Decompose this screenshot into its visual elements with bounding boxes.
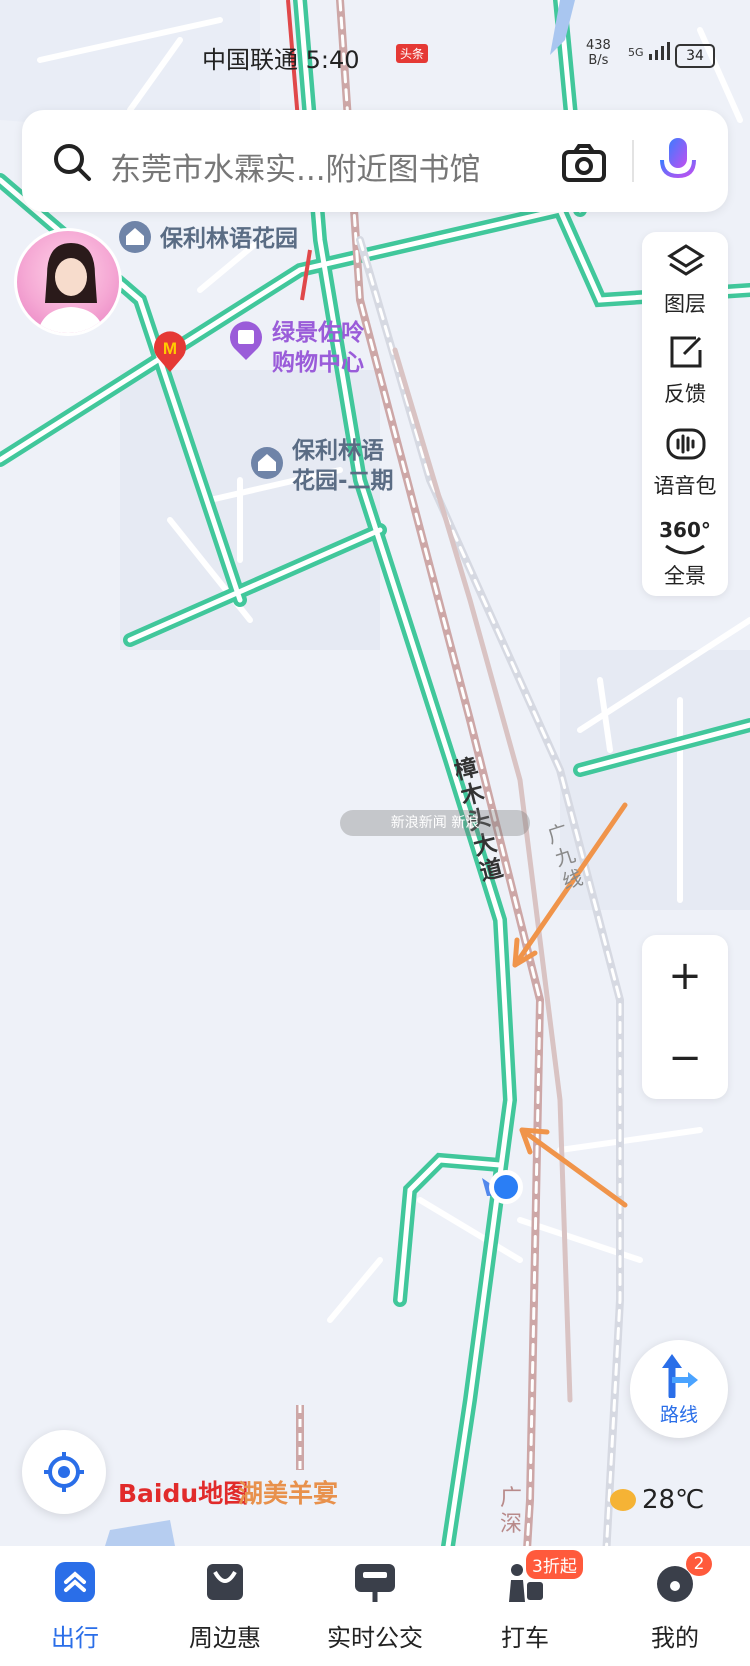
nav-label: 周边惠 <box>189 1624 261 1652</box>
watermark: 新浪新闻 新浪 <box>340 810 530 836</box>
nav-taxi[interactable]: 打车 3折起 <box>450 1546 600 1666</box>
zoom-in-button[interactable]: + <box>642 935 728 1017</box>
rail-label-guangshen: 广深 <box>500 1486 526 1538</box>
watermark-text: 新浪新闻 新浪 <box>390 815 480 831</box>
search-placeholder[interactable]: 东莞市水霖实...附近图书馆 <box>110 144 481 189</box>
svg-text:M: M <box>163 339 177 358</box>
panorama-360-icon: 360° <box>642 518 728 542</box>
status-bar: 中国联通 5:40 头条 438 B/s 5G 34 <box>0 0 750 100</box>
nav-profile[interactable]: 我的 2 <box>600 1546 750 1666</box>
poi-poly-garden-phase2[interactable]: 保利林语 花园-二期 <box>250 436 394 496</box>
poi-label: 保利林语花园 <box>160 226 299 252</box>
poi-label: 绿景佐呤 购物中心 <box>272 320 364 376</box>
tool-label: 反馈 <box>664 382 706 406</box>
microphone-icon[interactable] <box>658 136 698 188</box>
shopping-bag-icon <box>207 1564 243 1600</box>
zoom-control: + − <box>642 935 728 1099</box>
weather-widget[interactable]: 28℃ <box>610 1485 704 1515</box>
tool-panorama[interactable]: 360° 全景 <box>642 504 728 594</box>
nav-label: 我的 <box>651 1624 699 1652</box>
poi-shopping-center[interactable]: 绿景佐呤 购物中心 <box>228 318 364 378</box>
tool-label: 全景 <box>664 564 706 588</box>
battery-icon: 34 <box>675 44 715 68</box>
baidu-map-logo: Baidu地图 <box>118 1474 248 1510</box>
panorama-arc-icon <box>665 544 705 555</box>
panorama-badge: 360° <box>659 518 711 542</box>
net-speed: 438 B/s <box>586 38 611 68</box>
avatar[interactable] <box>14 228 122 336</box>
tool-feedback[interactable]: 反馈 <box>642 322 728 412</box>
signal-bars-icon <box>649 42 671 60</box>
map-tools-panel: 图层 反馈 语音包 360° 全景 <box>642 232 728 596</box>
carrier-time: 中国联通 5:40 <box>202 46 360 74</box>
bottom-nav: 出行 周边惠 实时公交 打车 3折起 我的 2 <box>0 1546 750 1666</box>
bus-icon <box>355 1564 395 1602</box>
nav-nearby-deals[interactable]: 周边惠 <box>150 1546 300 1666</box>
search-bar[interactable]: 东莞市水霖实...附近图书馆 <box>22 110 728 212</box>
tool-label: 图层 <box>664 292 706 316</box>
tool-layers[interactable]: 图层 <box>642 232 728 322</box>
tool-voice-pack[interactable]: 语音包 <box>642 414 728 504</box>
nav-label: 出行 <box>51 1624 99 1652</box>
sunny-cloud-icon <box>610 1489 636 1511</box>
signal-label: 5G <box>628 46 644 59</box>
nav-label: 打车 <box>501 1624 549 1652</box>
restaurant-label[interactable]: 湖美羊宴 <box>238 1474 338 1510</box>
locate-crosshair-icon <box>44 1452 84 1492</box>
search-icon <box>54 144 91 181</box>
nav-realtime-bus[interactable]: 实时公交 <box>300 1546 450 1666</box>
rail-label-text: 广深 <box>500 1486 523 1537</box>
battery-level: 34 <box>686 48 704 64</box>
temperature: 28℃ <box>642 1485 705 1515</box>
restaurant-name: 湖美羊宴 <box>238 1479 339 1508</box>
zoom-out-button[interactable]: − <box>642 1017 728 1099</box>
travel-icon <box>55 1562 95 1602</box>
residential-poi-icon <box>251 447 283 479</box>
shopping-bag-icon <box>230 321 262 360</box>
locate-button[interactable] <box>22 1430 106 1514</box>
voice-pack-icon <box>666 428 706 460</box>
layers-icon <box>667 244 705 276</box>
mcdonalds-icon[interactable]: M <box>152 330 188 372</box>
tool-label: 语音包 <box>653 474 717 498</box>
route-button[interactable]: 路线 <box>630 1340 728 1438</box>
nav-travel[interactable]: 出行 <box>0 1546 150 1666</box>
feedback-icon <box>670 336 702 368</box>
poi-poly-garden[interactable]: 保利林语花园 <box>118 220 298 254</box>
route-label: 路线 <box>659 1404 698 1426</box>
signal-indicator: 5G <box>628 42 671 60</box>
logo-text: Baidu地图 <box>118 1479 249 1508</box>
search-divider <box>632 140 634 182</box>
nav-label: 实时公交 <box>327 1624 423 1652</box>
taxi-discount-tag: 3折起 <box>526 1550 583 1579</box>
residential-poi-icon <box>119 221 151 253</box>
camera-icon[interactable] <box>562 144 606 182</box>
poi-label: 保利林语 花园-二期 <box>292 438 394 494</box>
profile-badge: 2 <box>686 1552 712 1576</box>
toutiao-badge: 头条 <box>396 44 429 63</box>
route-arrow-icon <box>662 1354 698 1398</box>
